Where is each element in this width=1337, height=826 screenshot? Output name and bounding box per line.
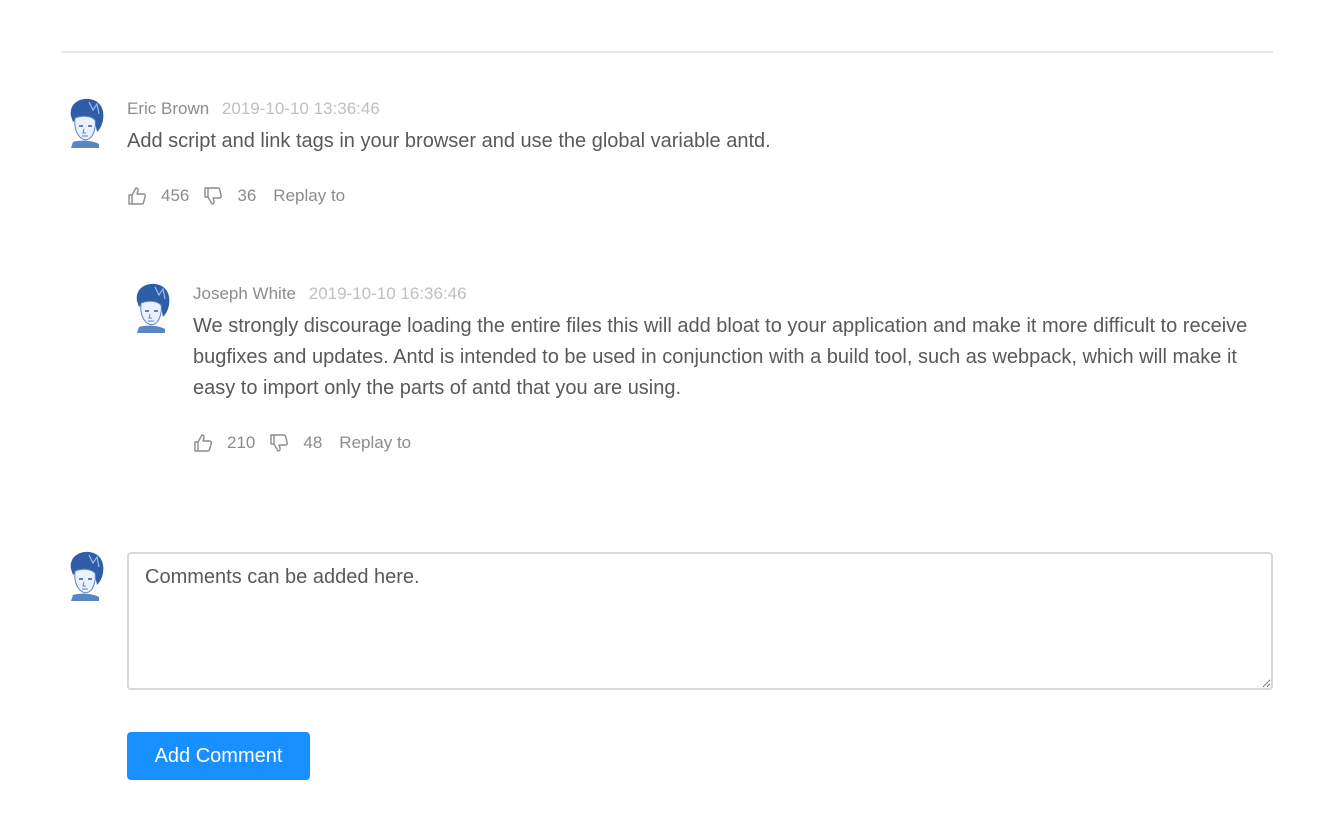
user-avatar-icon[interactable] bbox=[61, 96, 109, 148]
like-count: 210 bbox=[227, 433, 256, 452]
comment-content: We strongly discourage loading the entir… bbox=[193, 315, 1248, 399]
dislike-count: 36 bbox=[237, 186, 257, 205]
comment-body: Joseph White 2019-10-10 16:36:46 We stro… bbox=[193, 281, 1273, 456]
user-avatar-icon bbox=[70, 551, 104, 601]
comment-datetime: 2019-10-10 16:36:46 bbox=[308, 284, 467, 303]
comment-body: Eric Brown 2019-10-10 13:36:46 Add scrip… bbox=[127, 96, 1273, 209]
like-icon[interactable] bbox=[193, 433, 213, 453]
comment-actions: 210 48 Replay to bbox=[193, 430, 1273, 456]
like-count: 456 bbox=[161, 186, 190, 205]
comment-meta: Joseph White 2019-10-10 16:36:46 bbox=[193, 281, 1273, 307]
comment-textarea[interactable] bbox=[127, 552, 1273, 690]
user-avatar-icon[interactable] bbox=[127, 281, 175, 333]
comment-actions: 456 36 Replay to bbox=[127, 183, 1273, 209]
comment-meta: Eric Brown 2019-10-10 13:36:46 bbox=[127, 96, 1273, 122]
comment-content: Add script and link tags in your browser… bbox=[127, 130, 771, 152]
comment-datetime: 2019-10-10 13:36:46 bbox=[221, 99, 380, 118]
reply-link[interactable]: Replay to bbox=[273, 186, 345, 206]
dislike-icon[interactable] bbox=[269, 433, 289, 453]
comments-page: Eric Brown 2019-10-10 13:36:46 Add scrip… bbox=[0, 0, 1337, 826]
reply-link[interactable]: Replay to bbox=[339, 433, 411, 453]
top-divider bbox=[61, 51, 1273, 53]
dislike-icon[interactable] bbox=[203, 186, 223, 206]
comment-author[interactable]: Joseph White bbox=[193, 284, 296, 303]
comment-textarea-wrapper bbox=[127, 552, 1273, 690]
comment-author[interactable]: Eric Brown bbox=[127, 99, 209, 118]
like-icon[interactable] bbox=[127, 186, 147, 206]
dislike-count: 48 bbox=[303, 433, 323, 452]
add-comment-button[interactable]: Add Comment bbox=[127, 732, 310, 780]
